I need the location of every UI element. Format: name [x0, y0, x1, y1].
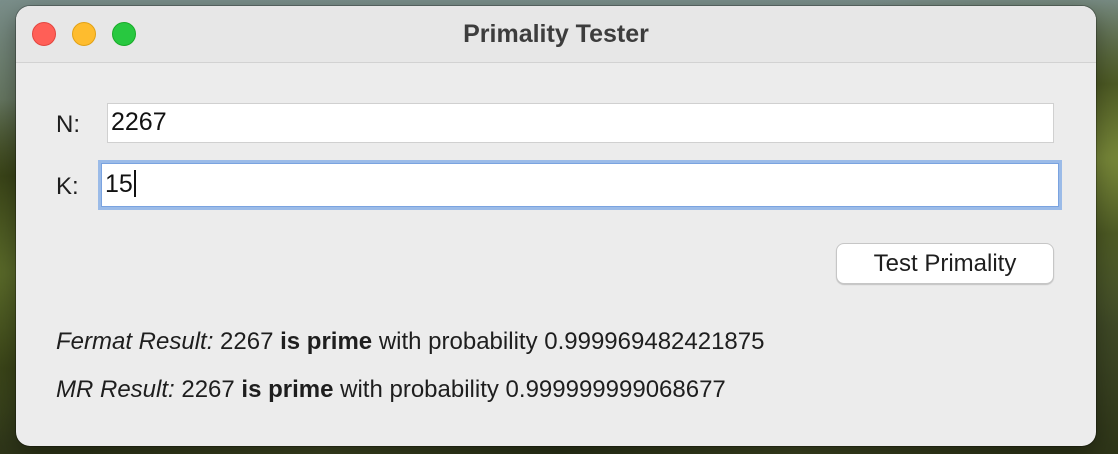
titlebar[interactable]: Primality Tester	[16, 6, 1096, 63]
app-window: Primality Tester N: 2267 K: 15 Test Prim…	[16, 6, 1096, 446]
fermat-result-probability: with probability 0.999969482421875	[378, 328, 765, 355]
k-label: K:	[56, 173, 79, 200]
fermat-result-label: Fermat Result:	[56, 328, 214, 355]
mr-result: MR Result: 2267 is prime with probabilit…	[56, 376, 726, 404]
mr-result-probability: with probability 0.999999999068677	[340, 376, 726, 403]
mr-result-number: 2267	[181, 376, 235, 403]
n-label: N:	[56, 111, 80, 138]
k-input-value: 15	[105, 170, 133, 198]
n-input-value: 2267	[111, 108, 167, 136]
mr-result-label: MR Result:	[56, 376, 175, 403]
fermat-result: Fermat Result: 2267 is prime with probab…	[56, 328, 764, 356]
n-input[interactable]: 2267	[107, 103, 1054, 143]
k-input[interactable]: 15	[101, 163, 1059, 207]
fermat-result-number: 2267	[220, 328, 274, 355]
text-caret	[133, 169, 136, 197]
window-title: Primality Tester	[463, 20, 649, 48]
fermat-result-verdict: is prime	[280, 328, 373, 355]
test-primality-button[interactable]: Test Primality	[836, 243, 1054, 284]
mr-result-verdict: is prime	[241, 376, 334, 403]
